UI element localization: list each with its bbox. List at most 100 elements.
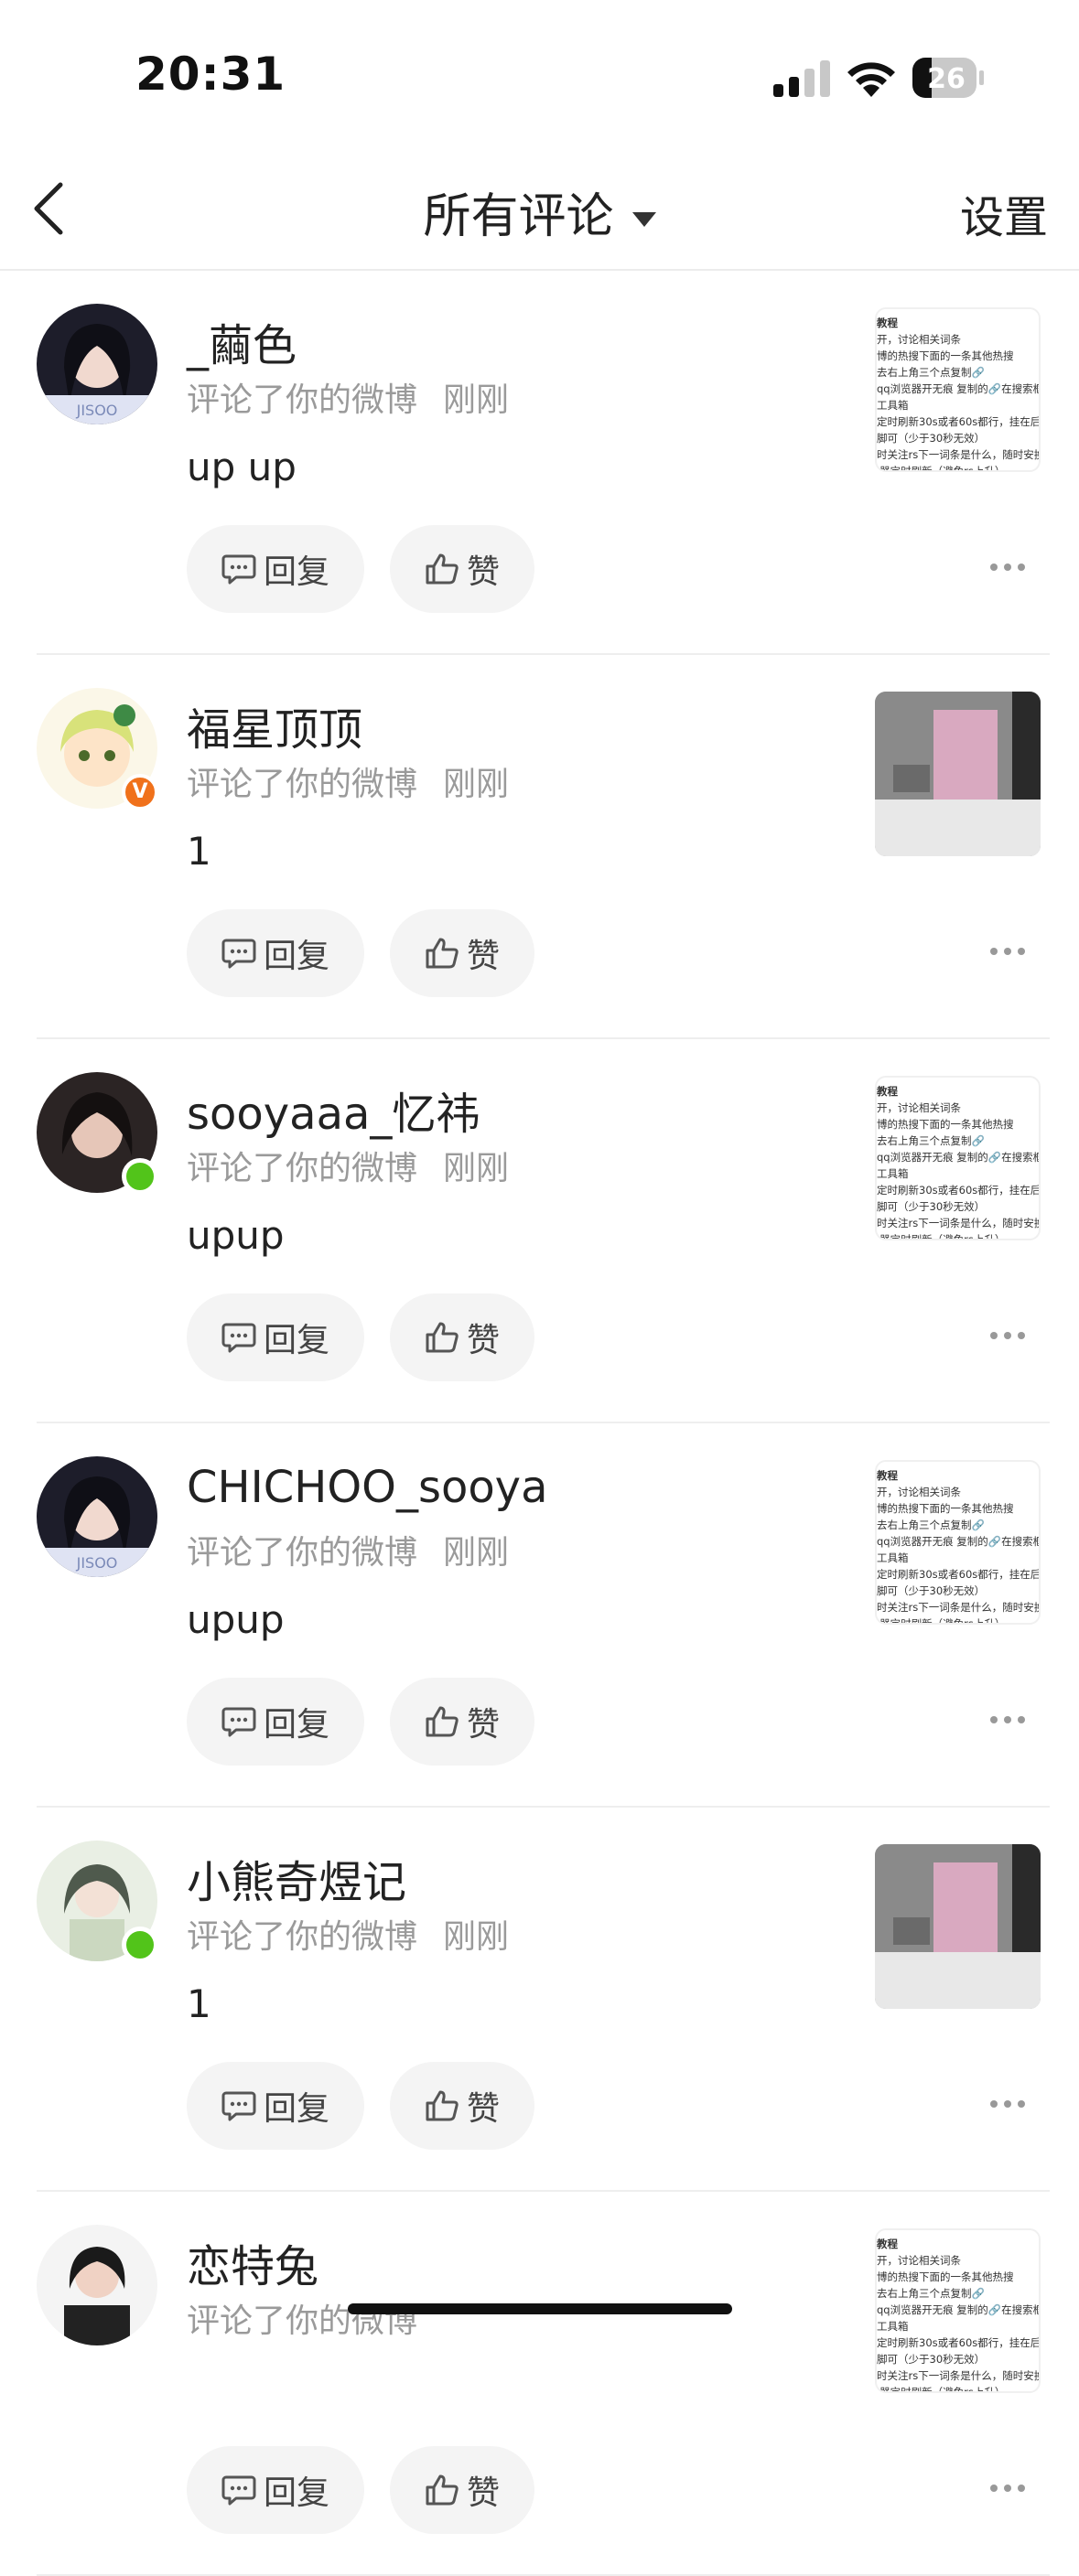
online-status-dot <box>122 1927 158 1963</box>
like-button[interactable]: 赞 <box>390 525 534 613</box>
more-options-icon[interactable] <box>988 2483 1027 2494</box>
settings-button[interactable]: 设置 <box>960 181 1048 245</box>
comment-bubble-icon <box>221 939 256 969</box>
user-avatar[interactable] <box>37 2225 157 2345</box>
reply-label: 回复 <box>263 938 329 975</box>
comment-meta: 评论了你的微博 刚刚 <box>187 757 509 805</box>
thumbnail-text-line: 教程 <box>877 1469 898 1482</box>
cellular-signal-icon <box>773 60 830 97</box>
thumbnail-text-line: 定时刷新30s或者60s都行，挂在后台 <box>877 415 1039 428</box>
comment-meta: 评论了你的微博 刚刚 <box>187 1142 509 1189</box>
page-title: 所有评论 <box>423 189 614 244</box>
thumbnail-text-line: 时关注rs下一词条是什么，随时安换 <box>877 1601 1039 1614</box>
comment-time: 刚刚 <box>443 1150 510 1187</box>
post-thumbnail[interactable] <box>875 692 1041 856</box>
battery-icon: 26 <box>912 58 984 98</box>
status-time: 20:31 <box>135 48 286 101</box>
home-indicator <box>348 2303 732 2314</box>
more-options-icon[interactable] <box>988 946 1027 957</box>
more-options-icon[interactable] <box>988 562 1027 573</box>
like-button[interactable]: 赞 <box>390 2446 534 2534</box>
thumbs-up-icon <box>426 938 459 969</box>
thumbnail-text-line: 开，讨论相关词条 <box>877 1101 961 1114</box>
reply-button[interactable]: 回复 <box>187 1293 364 1381</box>
thumbnail-text-line: 脚可（少于30秒无效） <box>877 1584 986 1597</box>
comment-text: 1 <box>187 829 211 874</box>
comment-item[interactable]: V 福星顶顶 评论了你的微博 刚刚 1 回复 赞 <box>0 655 1079 1039</box>
thumbnail-text-line: 工具箱 <box>877 2320 909 2333</box>
thumbnail-text-line: 去右上角三个点复制🔗 <box>877 1134 985 1147</box>
thumbs-up-icon <box>426 1706 459 1737</box>
status-bar: 20:31 26 <box>0 0 1079 146</box>
comment-item[interactable]: sooyaaa_忆祎 评论了你的微博 刚刚 upup 回复 赞 教程 开，讨论相关词条 博的热搜… <box>0 1039 1079 1423</box>
avatar-portrait-jisoo: JISOO <box>37 304 157 424</box>
like-button[interactable]: 赞 <box>390 1678 534 1766</box>
post-thumbnail[interactable]: 教程 开，讨论相关词条 博的热搜下面的一条其他热搜 去右上角三个点复制🔗 qq浏览器开无… <box>875 1076 1041 1240</box>
caret-down-icon <box>631 212 656 227</box>
thumbnail-text-line: 博的热搜下面的一条其他热搜 <box>877 349 1014 362</box>
like-label: 赞 <box>466 1322 500 1359</box>
thumbnail-text-line: 定时刷新30s或者60s都行，挂在后台 <box>877 2336 1039 2349</box>
user-name[interactable]: 恋特兔 <box>187 2230 318 2294</box>
comment-text: up up <box>187 445 297 489</box>
thumbnail-text-line: '器定时刷新（避免rs上升） <box>877 1233 1006 1240</box>
comment-bubble-icon <box>221 1323 256 1353</box>
svg-text:JISOO: JISOO <box>76 402 118 419</box>
more-options-icon[interactable] <box>988 2098 1027 2109</box>
post-thumbnail[interactable]: 教程 开，讨论相关词条 博的热搜下面的一条其他热搜 去右上角三个点复制🔗 qq浏览器开无… <box>875 307 1041 472</box>
comment-item[interactable]: JISOO _繭色 评论了你的微博 刚刚 up up 回复 赞 教程 开，讨论相关词条 博的热搜下… <box>0 271 1079 655</box>
comment-meta: 评论了你的微博 刚刚 <box>187 1910 509 1958</box>
thumbnail-text-line: '器定时刷新（避免rs上升） <box>877 465 1006 472</box>
reply-button[interactable]: 回复 <box>187 909 364 997</box>
comment-item[interactable]: 恋特兔 评论了你的微博回复 赞 教程 开，讨论相关词条 博的热搜下面的一条其他热搜 去右上角… <box>0 2192 1079 2576</box>
user-name[interactable]: 福星顶顶 <box>187 693 362 757</box>
post-thumbnail[interactable]: 教程 开，讨论相关词条 博的热搜下面的一条其他热搜 去右上角三个点复制🔗 qq浏览器开无… <box>875 2228 1041 2393</box>
thumbnail-text-line: 开，讨论相关词条 <box>877 2254 961 2267</box>
svg-text:JISOO: JISOO <box>76 1554 118 1572</box>
comment-list: JISOO _繭色 评论了你的微博 刚刚 up up 回复赞教程 开，讨论相关词条 博的热搜下… <box>0 271 1079 2576</box>
thumbnail-text-line: qq浏览器开无痕 复制的🔗在搜索框 <box>877 382 1039 395</box>
thumbnail-text-line: 去右上角三个点复制🔗 <box>877 1519 985 1531</box>
thumbnail-text-line: 去右上角三个点复制🔗 <box>877 366 985 379</box>
thumbnail-text-line: 博的热搜下面的一条其他热搜 <box>877 1118 1014 1131</box>
battery-level: 26 <box>927 63 966 95</box>
like-button[interactable]: 赞 <box>390 2062 534 2150</box>
like-label: 赞 <box>466 938 500 975</box>
reply-button[interactable]: 回复 <box>187 2446 364 2534</box>
reply-button[interactable]: 回复 <box>187 1678 364 1766</box>
more-options-icon[interactable] <box>988 1714 1027 1725</box>
thumbnail-text-line: 时关注rs下一词条是什么，随时安换 <box>877 448 1039 461</box>
user-name[interactable]: sooyaaa_忆祎 <box>187 1078 480 1142</box>
thumbnail-text-line: 时关注rs下一词条是什么，随时安换 <box>877 2369 1039 2382</box>
reply-button[interactable]: 回复 <box>187 2062 364 2150</box>
reply-label: 回复 <box>263 553 329 591</box>
post-thumbnail[interactable] <box>875 1844 1041 2009</box>
comment-bubble-icon <box>221 2091 256 2121</box>
comment-action-text: 评论了你的微博 <box>187 766 418 803</box>
comment-item[interactable]: 小熊奇煜记 评论了你的微博 刚刚 1 回复 赞 <box>0 1808 1079 2192</box>
thumbs-up-icon <box>426 1322 459 1353</box>
user-avatar[interactable]: JISOO <box>37 1456 157 1577</box>
reply-button[interactable]: 回复 <box>187 525 364 613</box>
thumbnail-text-line: 工具箱 <box>877 1551 909 1564</box>
thumbs-up-icon <box>426 553 459 585</box>
thumbnail-text-line: '器定时刷新（避免rs上升） <box>877 2386 1006 2393</box>
reply-label: 回复 <box>263 1322 329 1359</box>
user-name[interactable]: CHICHOO_sooya <box>187 1462 548 1513</box>
reply-label: 回复 <box>263 1706 329 1744</box>
comment-meta: 评论了你的微博 <box>187 2294 443 2342</box>
thumbnail-text-line: 教程 <box>877 317 898 329</box>
post-thumbnail[interactable]: 教程 开，讨论相关词条 博的热搜下面的一条其他热搜 去右上角三个点复制🔗 qq浏览器开无… <box>875 1460 1041 1625</box>
like-button[interactable]: 赞 <box>390 1293 534 1381</box>
filter-dropdown[interactable]: 所有评论 <box>0 177 1079 246</box>
comment-action-text: 评论了你的微博 <box>187 381 418 419</box>
like-button[interactable]: 赞 <box>390 909 534 997</box>
verified-badge-icon: V <box>122 774 158 810</box>
thumbnail-text-line: 脚可（少于30秒无效） <box>877 2353 986 2366</box>
user-name[interactable]: _繭色 <box>187 309 297 373</box>
thumbnail-text-line: 定时刷新30s或者60s都行，挂在后台 <box>877 1568 1039 1581</box>
comment-item[interactable]: JISOO CHICHOO_sooya 评论了你的微博 刚刚 upup 回复 赞 教程 开，讨论… <box>0 1423 1079 1808</box>
user-name[interactable]: 小熊奇煜记 <box>187 1846 406 1910</box>
user-avatar[interactable]: JISOO <box>37 304 157 424</box>
more-options-icon[interactable] <box>988 1330 1027 1341</box>
